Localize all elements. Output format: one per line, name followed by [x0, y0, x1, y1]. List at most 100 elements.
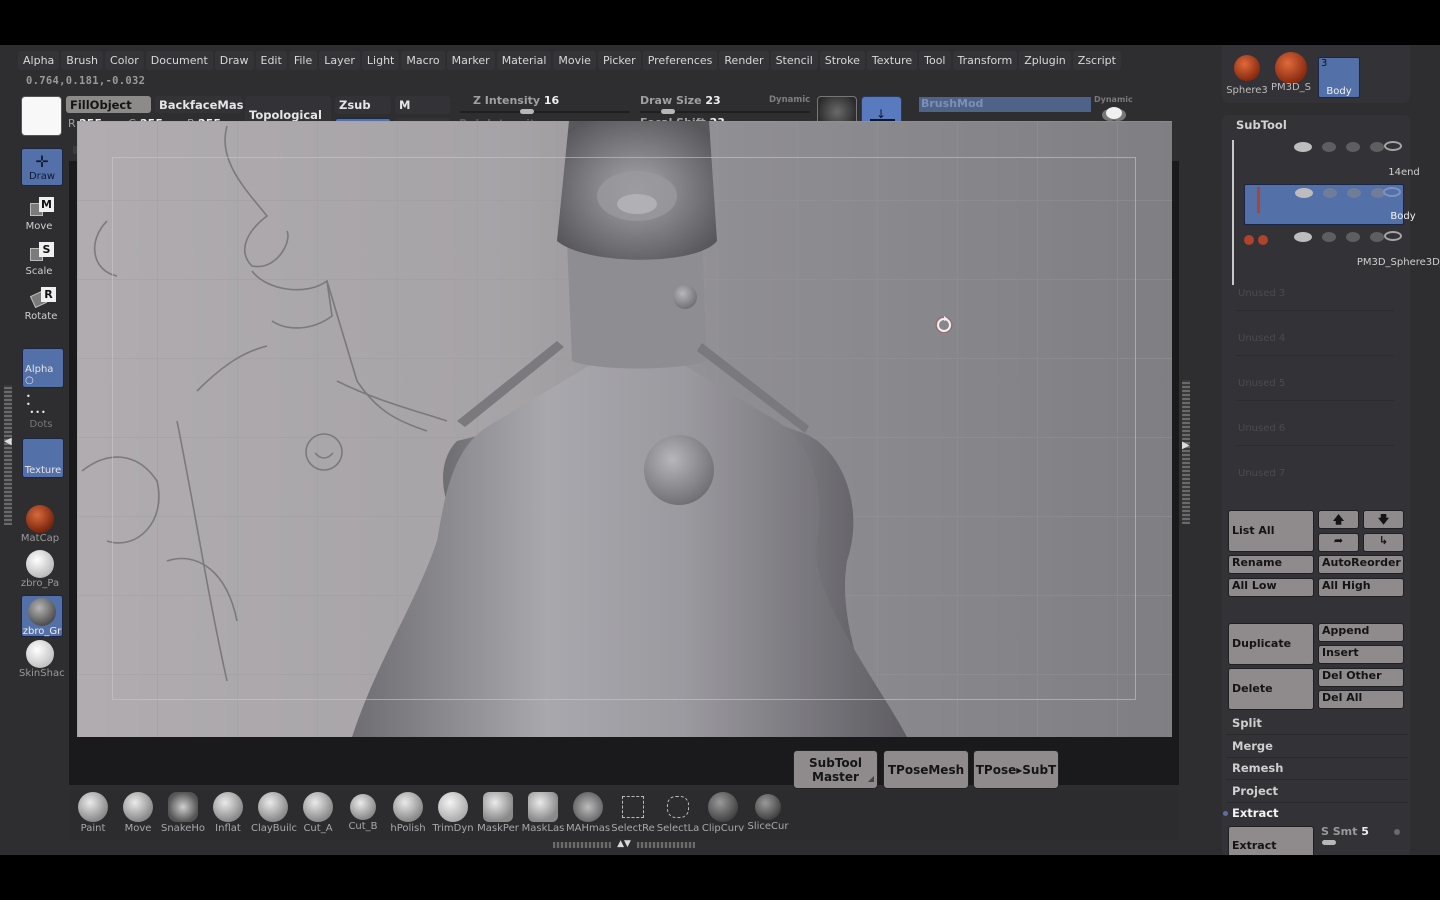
- alpha-button[interactable]: Alpha ○: [22, 348, 64, 388]
- menu-render[interactable]: Render: [719, 51, 769, 70]
- polypaint-toggle-icon[interactable]: [1295, 188, 1313, 198]
- brush-slicecurve[interactable]: SliceCur: [746, 792, 790, 832]
- visibility-eye-icon[interactable]: [1383, 187, 1401, 197]
- all-low-button[interactable]: All Low: [1228, 578, 1314, 597]
- z-intensity-knob[interactable]: [520, 109, 534, 114]
- auto-reorder-button[interactable]: AutoReorder: [1318, 555, 1404, 574]
- brush-masklasso[interactable]: MaskLas: [521, 792, 565, 834]
- menu-picker[interactable]: Picker: [597, 51, 641, 70]
- menu-stroke[interactable]: Stroke: [819, 51, 865, 70]
- menu-alpha[interactable]: Alpha: [18, 51, 60, 70]
- menu-tool[interactable]: Tool: [919, 51, 951, 70]
- delete-button[interactable]: Delete: [1228, 668, 1314, 710]
- del-all-button[interactable]: Del All: [1318, 690, 1404, 709]
- subtool-item-body[interactable]: Body: [1244, 184, 1416, 225]
- texture-button[interactable]: Texture: [22, 438, 64, 478]
- del-other-button[interactable]: Del Other: [1318, 668, 1404, 687]
- brush-inflate[interactable]: Inflat: [206, 792, 250, 834]
- list-all-button[interactable]: List All: [1228, 510, 1314, 552]
- tposemesh-button[interactable]: TPoseMesh: [883, 750, 969, 789]
- all-high-button[interactable]: All High: [1318, 578, 1404, 597]
- duplicate-button[interactable]: Duplicate: [1228, 623, 1314, 665]
- polypaint-toggle-icon[interactable]: [1294, 232, 1312, 242]
- menu-transform[interactable]: Transform: [952, 51, 1018, 70]
- tool-thumb-pm3d[interactable]: PM3D_S: [1270, 52, 1312, 93]
- menu-color[interactable]: Color: [105, 51, 144, 70]
- menu-zscript[interactable]: Zscript: [1072, 51, 1121, 70]
- subtool-list-scrollbar[interactable]: [1232, 140, 1234, 285]
- rotate-tool-button[interactable]: R Rotate: [20, 285, 62, 323]
- smooth-slider-knob[interactable]: [1322, 840, 1336, 845]
- menu-stencil[interactable]: Stencil: [770, 51, 818, 70]
- menu-document[interactable]: Document: [145, 51, 213, 70]
- expand-collapse-arrows-icon[interactable]: ▲▼: [611, 839, 637, 849]
- edit-toggle-icon[interactable]: [1370, 142, 1384, 152]
- material-skinshade[interactable]: SkinShac: [19, 640, 65, 682]
- append-button[interactable]: Append: [1318, 623, 1404, 642]
- brush-mahmask[interactable]: MAHmas: [566, 792, 610, 834]
- brush-cut-b[interactable]: Cut_B: [341, 792, 385, 832]
- brush-trimdynamic[interactable]: TrimDyn: [431, 792, 475, 834]
- left-collapse-arrow-icon[interactable]: ◀: [4, 436, 12, 447]
- m-button[interactable]: M: [395, 96, 450, 114]
- brush-cut-a[interactable]: Cut_A: [296, 792, 340, 834]
- left-scrollbar[interactable]: [4, 385, 12, 525]
- mask-toggle-icon[interactable]: [1346, 142, 1360, 152]
- brush-move[interactable]: Move: [116, 792, 160, 834]
- menu-zplugin[interactable]: Zplugin: [1019, 51, 1071, 70]
- viewport-canvas[interactable]: [77, 121, 1172, 737]
- z-intensity-slider[interactable]: Z Intensity 16: [473, 94, 559, 107]
- menu-layer[interactable]: Layer: [319, 51, 360, 70]
- menu-brush[interactable]: Brush: [61, 51, 104, 70]
- split-section[interactable]: Split: [1226, 713, 1408, 735]
- mrgb-toggle-icon[interactable]: [1322, 142, 1336, 152]
- visibility-eye-icon[interactable]: [1384, 231, 1402, 241]
- draw-size-knob[interactable]: [661, 109, 675, 114]
- tool-thumb-sphere3[interactable]: Sphere3: [1226, 55, 1268, 96]
- menu-file[interactable]: File: [288, 51, 318, 70]
- move-to-top-button[interactable]: ➦: [1318, 533, 1359, 552]
- polypaint-toggle-icon[interactable]: [1294, 142, 1312, 152]
- project-section[interactable]: Project: [1226, 781, 1408, 803]
- tpose-subt-button[interactable]: TPose▸SubT: [973, 750, 1059, 789]
- menu-marker[interactable]: Marker: [446, 51, 495, 70]
- smooth-slider[interactable]: S Smt 5: [1321, 825, 1369, 838]
- material-zbro-pa[interactable]: zbro_Pa: [19, 550, 61, 592]
- brush-hpolish[interactable]: hPolish: [386, 792, 430, 834]
- subtool-title[interactable]: SubTool: [1236, 118, 1287, 132]
- material-zbro-gr[interactable]: zbro_Gr: [21, 595, 63, 637]
- subtool-master-button[interactable]: SubTool Master ◢: [793, 750, 878, 789]
- dynamic-label[interactable]: Dynamic: [769, 95, 810, 105]
- right-scrollbar[interactable]: [1182, 380, 1190, 524]
- menu-texture[interactable]: Texture: [866, 51, 918, 70]
- scale-tool-button[interactable]: S Scale: [18, 240, 60, 278]
- fill-object-button[interactable]: FillObject: [66, 96, 151, 113]
- rename-button[interactable]: Rename: [1228, 555, 1314, 574]
- zsub-button[interactable]: Zsub: [335, 96, 391, 114]
- mrgb-toggle-icon[interactable]: [1322, 232, 1336, 242]
- move-to-bottom-button[interactable]: ↳: [1363, 533, 1404, 552]
- bottom-shelf-scrollbar[interactable]: ▲▼: [553, 839, 695, 849]
- menu-movie[interactable]: Movie: [553, 51, 596, 70]
- visibility-eye-icon[interactable]: [1384, 141, 1402, 151]
- backface-mask-button[interactable]: BackfaceMas: [155, 96, 243, 113]
- stroke-button[interactable]: • • ••• Dots: [20, 393, 62, 433]
- move-up-button[interactable]: 🡅: [1318, 510, 1359, 529]
- material-matcap[interactable]: MatCap: [19, 505, 61, 547]
- insert-button[interactable]: Insert: [1318, 645, 1404, 664]
- draw-size-slider[interactable]: Draw Size 23: [640, 94, 721, 107]
- right-collapse-arrow-icon[interactable]: ▶: [1182, 440, 1190, 451]
- subtool-item-14end[interactable]: 14end: [1244, 139, 1420, 180]
- brush-snakehook[interactable]: SnakeHo: [161, 792, 205, 834]
- brush-claybuildup[interactable]: ClayBuilc: [251, 792, 297, 834]
- menu-macro[interactable]: Macro: [401, 51, 445, 70]
- brush-paint[interactable]: Paint: [71, 792, 115, 834]
- move-down-button[interactable]: 🡇: [1363, 510, 1404, 529]
- menu-preferences[interactable]: Preferences: [642, 51, 718, 70]
- mask-toggle-icon[interactable]: [1346, 232, 1360, 242]
- edit-toggle-icon[interactable]: [1370, 232, 1384, 242]
- subtool-item-pm3d-sphere[interactable]: PM3D_Sphere3D_1: [1244, 229, 1440, 270]
- merge-section[interactable]: Merge: [1226, 736, 1408, 758]
- brush-selectrect[interactable]: SelectRe: [611, 792, 655, 834]
- menu-draw[interactable]: Draw: [214, 51, 254, 70]
